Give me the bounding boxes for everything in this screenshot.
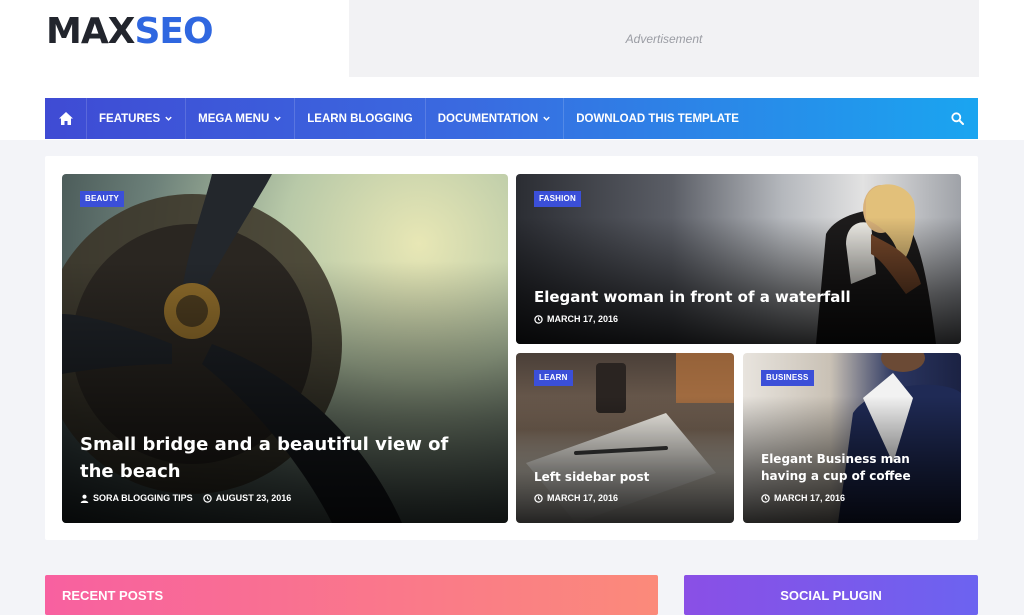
category-tag[interactable]: BEAUTY [80, 191, 125, 207]
advertisement-slot[interactable]: Advertisement [349, 0, 979, 77]
logo-part-seo: SEO [134, 11, 213, 52]
clock-icon [534, 493, 543, 503]
post-author[interactable]: SORA BLOGGING TIPS [93, 493, 193, 503]
social-plugin-header: SOCIAL PLUGIN [684, 575, 978, 615]
clock-icon [534, 314, 543, 324]
post-date: MARCH 17, 2016 [774, 493, 846, 503]
nav-item-learn-blogging-label: LEARN BLOGGING [307, 112, 413, 125]
nav-item-download-template-label: DOWNLOAD THIS TEMPLATE [576, 112, 739, 125]
user-icon [80, 494, 89, 503]
nav-item-mega-menu-label: MEGA MENU [198, 112, 270, 125]
post-meta: MARCH 17, 2016 [761, 493, 845, 503]
chevron-down-icon [274, 116, 281, 121]
category-tag[interactable]: BUSINESS [761, 370, 814, 386]
post-date: MARCH 17, 2016 [547, 493, 619, 503]
site-logo[interactable]: MAXSEO [46, 10, 214, 54]
post-meta: SORA BLOGGING TIPS AUGUST 23, 2016 [80, 493, 291, 503]
post-date: MARCH 17, 2016 [547, 314, 619, 324]
featured-post-large[interactable]: BEAUTY Small bridge and a beautiful view… [62, 174, 508, 523]
social-plugin-title: SOCIAL PLUGIN [780, 587, 882, 603]
nav-item-features-label: FEATURES [99, 112, 161, 125]
search-button[interactable] [936, 98, 978, 139]
search-icon [950, 112, 964, 125]
category-tag[interactable]: LEARN [534, 370, 573, 386]
post-title[interactable]: Small bridge and a beautiful view of the… [80, 431, 488, 485]
featured-post-learn[interactable]: LEARN Left sidebar post MARCH 17, 2016 [516, 353, 734, 523]
nav-home-button[interactable] [45, 98, 87, 139]
logo-part-max: MAX [46, 11, 135, 52]
nav-item-mega-menu[interactable]: MEGA MENU [186, 98, 296, 139]
clock-icon [761, 493, 770, 503]
nav-item-documentation[interactable]: DOCUMENTATION [426, 98, 565, 139]
nav-item-features[interactable]: FEATURES [87, 98, 187, 139]
image-overlay [516, 395, 734, 523]
image-overlay [516, 216, 961, 344]
post-meta: MARCH 17, 2016 [534, 493, 618, 503]
post-title[interactable]: Elegant Business man having a cup of cof… [761, 451, 941, 485]
recent-posts-title: RECENT POSTS [62, 587, 164, 603]
nav-item-download-template[interactable]: DOWNLOAD THIS TEMPLATE [564, 98, 751, 139]
nav-item-documentation-label: DOCUMENTATION [437, 112, 539, 125]
nav-item-learn-blogging[interactable]: LEARN BLOGGING [295, 98, 426, 139]
home-icon [58, 112, 73, 125]
chevron-down-icon [543, 116, 550, 121]
advertisement-label: Advertisement [625, 31, 703, 46]
post-meta: MARCH 17, 2016 [534, 314, 618, 324]
post-title[interactable]: Elegant woman in front of a waterfall [534, 287, 941, 307]
chevron-down-icon [165, 116, 172, 121]
main-navigation: FEATURES MEGA MENU LEARN BLOGGING DOCUME… [45, 98, 978, 139]
featured-post-fashion[interactable]: FASHION Elegant woman in front of a wate… [516, 174, 961, 344]
recent-posts-header: RECENT POSTS [45, 575, 658, 615]
clock-icon [202, 493, 212, 503]
category-tag[interactable]: FASHION [534, 191, 581, 207]
featured-post-business[interactable]: BUSINESS Elegant Business man having a c… [743, 353, 961, 523]
post-title[interactable]: Left sidebar post [534, 469, 714, 486]
post-date: AUGUST 23, 2016 [215, 493, 292, 503]
